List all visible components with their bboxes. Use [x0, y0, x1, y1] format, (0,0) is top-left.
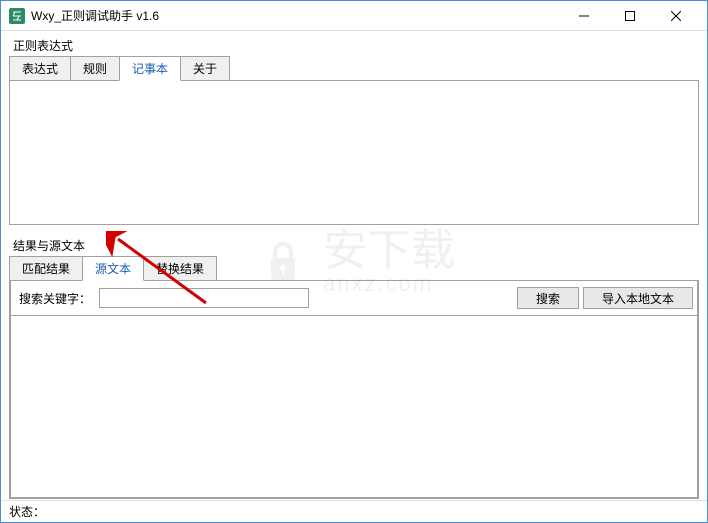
search-button[interactable]: 搜索 [517, 287, 579, 309]
tab-source-text[interactable]: 源文本 [82, 256, 144, 281]
tab-rules[interactable]: 规则 [70, 56, 120, 80]
tab-match-results[interactable]: 匹配结果 [9, 256, 83, 280]
tab-replace-results[interactable]: 替换结果 [143, 256, 217, 280]
source-textarea[interactable] [11, 316, 697, 497]
status-bar: 状态： [1, 500, 707, 522]
window-title: Wxy_正则调试助手 v1.6 [31, 7, 561, 24]
top-tab-panel [9, 80, 699, 225]
results-group-label: 结果与源文本 [9, 233, 699, 256]
regex-group-label: 正则表达式 [9, 33, 699, 56]
source-text-panel [10, 316, 698, 498]
search-bar: 搜索关键字： 搜索 导入本地文本 [10, 281, 698, 316]
window-controls [561, 1, 699, 31]
minimize-button[interactable] [561, 1, 607, 31]
app-icon [9, 8, 25, 24]
search-input[interactable] [99, 288, 309, 308]
import-local-text-button[interactable]: 导入本地文本 [583, 287, 693, 309]
close-button[interactable] [653, 1, 699, 31]
notepad-textarea[interactable] [10, 81, 698, 224]
tab-notepad[interactable]: 记事本 [119, 56, 181, 81]
results-tab-panel: 搜索关键字： 搜索 导入本地文本 [9, 280, 699, 499]
app-window: Wxy_正则调试助手 v1.6 正则表达式 表达式 规则 记事本 关于 结果与源… [0, 0, 708, 523]
top-tabs: 表达式 规则 记事本 关于 [9, 56, 699, 80]
titlebar: Wxy_正则调试助手 v1.6 [1, 1, 707, 31]
tab-expression[interactable]: 表达式 [9, 56, 71, 80]
search-label: 搜索关键字： [15, 290, 95, 307]
results-tabs: 匹配结果 源文本 替换结果 [9, 256, 699, 280]
status-label: 状态： [9, 505, 45, 519]
maximize-button[interactable] [607, 1, 653, 31]
tab-about[interactable]: 关于 [180, 56, 230, 80]
